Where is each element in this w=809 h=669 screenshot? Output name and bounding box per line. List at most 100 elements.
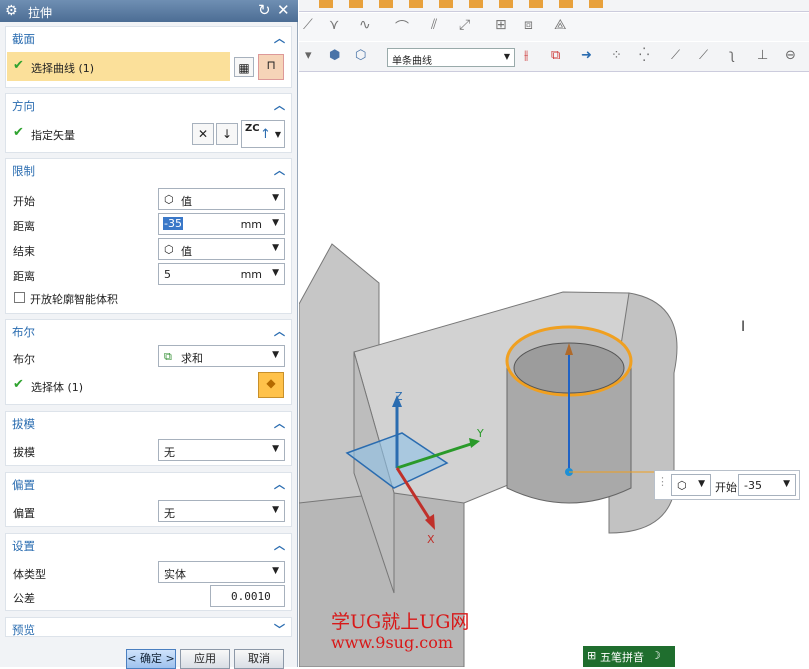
distance-unit: mm [240, 218, 262, 231]
draft-dropdown[interactable]: 无 ▼ [158, 439, 285, 461]
offset-header[interactable]: 偏置 ︿ [6, 473, 291, 493]
solid-icon[interactable]: ⬢ [329, 48, 340, 66]
start-value-input[interactable]: -35 ▼ [738, 474, 796, 496]
text-cursor-icon: I [741, 319, 745, 335]
curve-rule-select[interactable]: 单条曲线 ▼ [387, 48, 515, 67]
section-header[interactable]: 截面 ︿ [6, 27, 291, 47]
vector-dialog-icon[interactable]: ↓ [216, 123, 238, 145]
end-dropdown[interactable]: ⬡ 值 ▼ [158, 238, 285, 260]
cancel-button[interactable]: 取消 [234, 649, 284, 669]
chevron-down-icon: ▼ [272, 193, 279, 203]
settings-header[interactable]: 设置 ︿ [6, 534, 291, 554]
boolean-value: 求和 [181, 352, 203, 365]
chevron-down-icon: ▼ [783, 479, 790, 489]
limits-header[interactable]: 限制 ︿ [6, 159, 291, 179]
gear-icon[interactable]: ⚙ [5, 2, 18, 20]
minus-circle-icon[interactable]: ⊖ [785, 48, 796, 66]
tolerance-input[interactable]: 0.0010 [210, 585, 285, 607]
chevron-up-icon: ︿ [274, 539, 285, 552]
boolean-panel: 布尔 ︿ 布尔 ⧉ 求和 ▼ ✔ 选择体 (1) ◆ [5, 319, 292, 405]
point-snap-icon[interactable]: ⁘ [611, 48, 622, 66]
follow-fillet-icon[interactable]: ⧉ [551, 48, 560, 66]
close-icon[interactable]: ✕ [277, 1, 290, 19]
stop-at-intersection-icon[interactable]: ⫲ [524, 48, 528, 66]
chevron-up-icon: ︿ [274, 417, 285, 430]
curve-snap-icon[interactable]: ʅ [729, 48, 735, 66]
face-icon[interactable]: ⬡ [355, 48, 366, 66]
end-label: 结束 [13, 245, 35, 258]
distance-label: 距离 [13, 220, 35, 233]
extrude-dialog: ⚙ 拉伸 ↻ ✕ 截面 ︿ ✔ 选择曲线 (1) ▦ ⊓ 方向 ︿ ✔ 指定矢量 ✕… [0, 0, 298, 669]
chevron-down-icon: ▼ [272, 218, 279, 228]
pattern-tool-icon[interactable]: ⟁ [554, 17, 567, 33]
z-axis-label: Z [395, 390, 403, 403]
boolean-dropdown[interactable]: ⧉ 求和 ▼ [158, 345, 285, 367]
settings-header-label: 设置 [12, 539, 35, 553]
body-type-dropdown[interactable]: 实体 ▼ [158, 561, 285, 583]
limits-panel: 限制 ︿ 开始 ⬡ 值 ▼ 距离 -35 mm ▼ 结束 ⬡ 值 ▼ 距离 5 m… [5, 158, 292, 314]
reset-icon[interactable]: ↻ [258, 1, 271, 19]
draft-label: 拔模 [13, 446, 35, 459]
direction-header[interactable]: 方向 ︿ [6, 94, 291, 114]
arrow-right-icon[interactable]: ➜ [581, 48, 592, 66]
ribbon-icons[interactable] [319, 0, 619, 8]
line-snap-icon[interactable]: ⟋ [671, 48, 680, 66]
preview-header[interactable]: 预览 ﹀ [6, 618, 291, 638]
ime-status-bar[interactable]: ⊞ 五笔拼音 ☽ [583, 646, 675, 667]
tangent-snap-icon[interactable]: ⟋ [699, 48, 708, 66]
check-icon: ✔ [13, 377, 24, 392]
offset-panel: 偏置 ︿ 偏置 无 ▼ [5, 472, 292, 527]
ime-grid-icon: ⊞ [587, 649, 597, 662]
graphics-viewport[interactable]: Z Y X I [299, 73, 809, 667]
select-body-label: 选择体 (1) [31, 381, 84, 394]
select-body-icon[interactable]: ◆ [258, 372, 284, 398]
start-dropdown[interactable]: ⬡ 值 ▼ [158, 188, 285, 210]
dialog-title: 拉伸 [28, 6, 53, 20]
chevron-down-icon: ﹀ [274, 623, 285, 636]
start-label: 开始 [715, 481, 737, 494]
apply-button[interactable]: 应用 [180, 649, 230, 669]
watermark-title: 学UG就上UG网 [331, 611, 470, 633]
curve-select-icon[interactable]: ⊓ [258, 54, 284, 80]
preview-panel: 预览 ﹀ [5, 617, 292, 637]
mirror-tool-icon[interactable]: ⧈ [524, 17, 533, 33]
arc-tool-icon[interactable]: ⌒ [395, 17, 409, 37]
grip-icon[interactable]: ⋮ [657, 475, 668, 488]
offset-dropdown[interactable]: 无 ▼ [158, 500, 285, 522]
line-tool-icon[interactable]: ⟋ [303, 17, 313, 33]
ok-button[interactable]: < 确定 > [126, 649, 176, 669]
check-icon: ✔ [13, 58, 24, 73]
draft-header[interactable]: 拔模 ︿ [6, 412, 291, 432]
project-curve-icon[interactable]: ⤢ [459, 17, 470, 33]
select-curve-label: 选择曲线 (1) [31, 62, 95, 75]
open-profile-checkbox[interactable] [14, 292, 25, 303]
zc-arrow-icon: ↑ [260, 127, 271, 142]
ime-label: 五笔拼音 [600, 651, 644, 664]
tolerance-value: 0.0010 [231, 590, 271, 603]
open-profile-label: 开放轮廓智能体积 [30, 293, 118, 306]
start-distance-input[interactable]: -35 mm ▼ [158, 213, 285, 235]
chevron-down-icon: ▼ [698, 479, 705, 489]
dialog-titlebar: ⚙ 拉伸 ↻ ✕ [0, 0, 298, 22]
perpendicular-icon[interactable]: ⊥ [757, 48, 768, 66]
unite-icon: ⧉ [164, 350, 172, 363]
toolbar-dropdown-icon[interactable]: ▾ [305, 48, 312, 66]
reverse-direction-icon[interactable]: ✕ [192, 123, 214, 145]
direction-panel: 方向 ︿ ✔ 指定矢量 ✕ ↓ ZC ↑ ▼ [5, 93, 292, 153]
angle-tool-icon[interactable]: ⋎ [329, 17, 339, 33]
sketch-section-icon[interactable]: ▦ [234, 57, 254, 77]
vector-dropdown[interactable]: ZC ↑ ▼ [241, 120, 285, 148]
point-group-icon[interactable]: ⁛ [639, 48, 649, 66]
draft-panel: 拔模 ︿ 拔模 无 ▼ [5, 411, 292, 466]
boolean-header[interactable]: 布尔 ︿ [6, 320, 291, 340]
chevron-down-icon: ▼ [272, 566, 279, 576]
select-curve-row[interactable]: ✔ 选择曲线 (1) [7, 52, 230, 81]
chevron-down-icon: ▼ [272, 243, 279, 253]
end-distance-input[interactable]: 5 mm ▼ [158, 263, 285, 285]
spline-tool-icon[interactable]: ∿ [359, 17, 371, 33]
limit-type-dropdown[interactable]: ⬡ ▼ [671, 474, 711, 496]
chevron-down-icon: ▼ [272, 444, 279, 454]
offset-label: 偏置 [13, 507, 35, 520]
grid-tool-icon[interactable]: ⊞ [495, 17, 507, 33]
offset-curve-icon[interactable]: ⫽ [431, 17, 437, 33]
